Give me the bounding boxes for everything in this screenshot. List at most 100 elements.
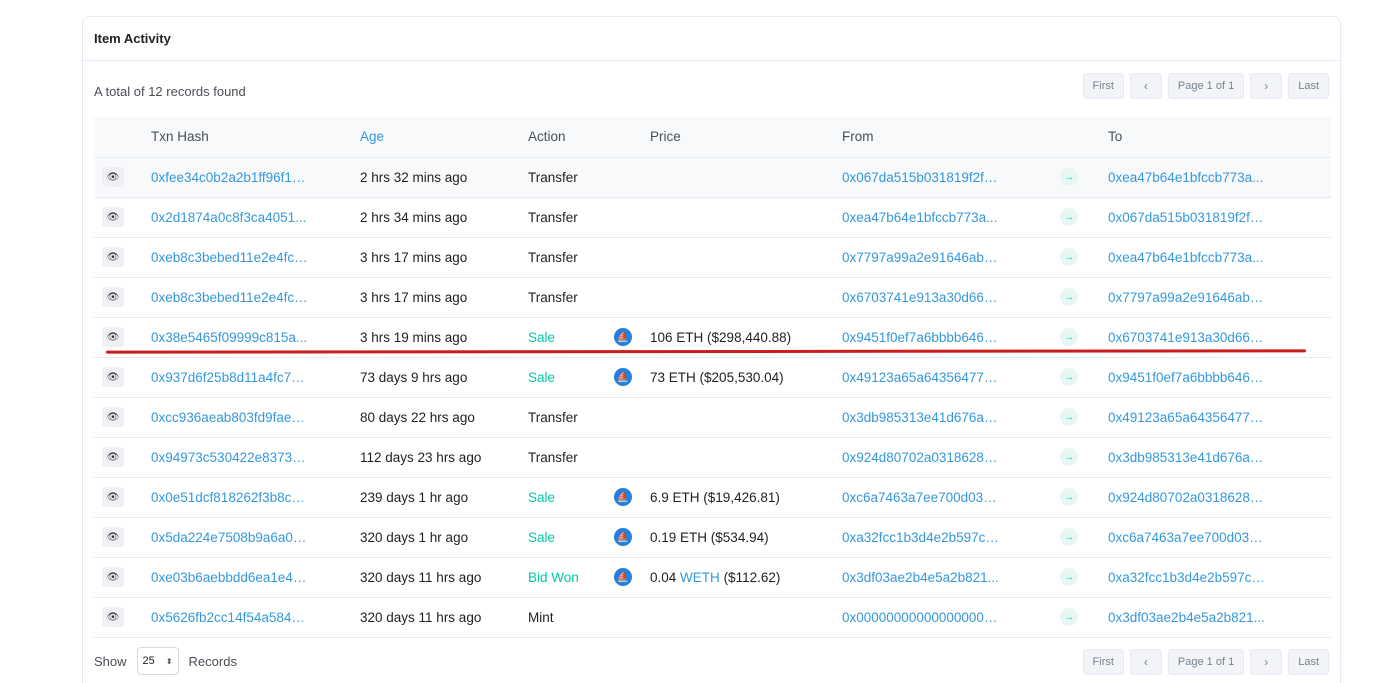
price-cell (650, 277, 842, 318)
table-row: 👁 0x5626fb2cc14f54a584d... 320 days 11 hrs… (94, 597, 1331, 638)
arrow-right-icon: → (1060, 408, 1078, 426)
arrow-right-icon: → (1060, 248, 1078, 266)
opensea-icon[interactable]: ⛵ (614, 528, 632, 546)
from-address-link[interactable]: 0x3df03ae2b4e5a2b821... (842, 570, 999, 585)
to-address-link[interactable]: 0x067da515b031819f2f7... (1108, 210, 1266, 225)
header-txn-hash: Txn Hash (140, 117, 360, 158)
age-cell: 2 hrs 32 mins ago (360, 157, 528, 198)
header-to: To (1108, 117, 1331, 158)
action-cell: Transfer (528, 277, 614, 318)
arrow-right-icon: → (1060, 208, 1078, 226)
to-address-link[interactable]: 0x9451f0ef7a6bbbb6466... (1108, 370, 1266, 385)
to-address-link[interactable]: 0xa32fcc1b3d4e2b597cf... (1108, 570, 1266, 585)
last-page-button[interactable]: Last (1288, 649, 1329, 675)
arrow-right-icon: → (1060, 488, 1078, 506)
page-size-select[interactable]: 25 ⬍ (136, 647, 179, 675)
to-address-link[interactable]: 0x3df03ae2b4e5a2b821... (1108, 610, 1265, 625)
price-amount: 0.04 (650, 569, 677, 585)
eye-icon[interactable]: 👁 (102, 447, 124, 467)
prev-page-button[interactable]: ‹ (1129, 73, 1162, 99)
from-address-link[interactable]: 0x6703741e913a30d660... (842, 290, 1000, 305)
records-label: Records (188, 653, 237, 669)
from-address-link[interactable]: 0x9451f0ef7a6bbbb6466... (842, 330, 1000, 345)
price-cell (650, 197, 842, 238)
eye-icon[interactable]: 👁 (102, 287, 124, 307)
to-address-link[interactable]: 0x3db985313e41d676a6... (1108, 450, 1266, 465)
table-header-row: Txn Hash Age Action Price From To (94, 117, 1331, 158)
table-row: 👁 0xcc936aeab803fd9faeb... 80 days 22 hrs … (94, 397, 1331, 438)
next-page-button[interactable]: › (1250, 73, 1283, 99)
txn-hash-link[interactable]: 0x937d6f25b8d11a4fc78... (151, 370, 309, 385)
header-action: Action (528, 117, 614, 158)
price-usd: ($205,530.04) (699, 369, 784, 385)
to-address-link[interactable]: 0x924d80702a0318628e... (1108, 490, 1266, 505)
price-usd: ($298,440.88) (707, 329, 792, 345)
first-page-button[interactable]: First (1082, 73, 1124, 99)
txn-hash-link[interactable]: 0x5da224e7508b9a6a04... (151, 530, 309, 545)
eye-icon[interactable]: 👁 (102, 327, 124, 347)
to-address-link[interactable]: 0x7797a99a2e91646abd... (1108, 290, 1266, 305)
txn-hash-link[interactable]: 0xe03b6aebbdd6ea1e44... (151, 570, 309, 585)
next-page-button[interactable]: › (1250, 649, 1283, 675)
table-row: 👁 0xeb8c3bebed11e2e4fcd... 3 hrs 17 mins a… (94, 237, 1331, 278)
select-caret-icon: ⬍ (165, 656, 173, 666)
txn-hash-link[interactable]: 0x94973c530422e83732... (151, 450, 309, 465)
eye-icon[interactable]: 👁 (102, 207, 124, 227)
opensea-icon[interactable]: ⛵ (614, 368, 632, 386)
to-address-link[interactable]: 0xc6a7463a7ee700d035... (1108, 530, 1266, 545)
from-address-link[interactable]: 0x924d80702a0318628e... (842, 450, 1000, 465)
arrow-right-icon: → (1060, 368, 1078, 386)
opensea-icon[interactable]: ⛵ (614, 568, 632, 586)
txn-hash-link[interactable]: 0x38e5465f09999c815a... (151, 330, 307, 345)
opensea-icon[interactable]: ⛵ (614, 328, 632, 346)
prev-page-button[interactable]: ‹ (1129, 649, 1162, 675)
from-address-link[interactable]: 0xea47b64e1bfccb773a... (842, 210, 997, 225)
price-usd: ($19,426.81) (703, 489, 780, 505)
price-cell (650, 157, 842, 198)
to-address-link[interactable]: 0xea47b64e1bfccb773a... (1108, 170, 1263, 185)
txn-hash-link[interactable]: 0xeb8c3bebed11e2e4fcd... (151, 290, 309, 305)
table-row: 👁 0x0e51dcf818262f3b8c7... 239 days 1 hr a… (94, 477, 1331, 518)
from-address-link[interactable]: 0xa32fcc1b3d4e2b597cf... (842, 530, 1000, 545)
eye-icon[interactable]: 👁 (102, 367, 124, 387)
from-address-link[interactable]: 0x067da515b031819f2f7... (842, 170, 1000, 185)
header-age[interactable]: Age (360, 117, 528, 158)
txn-hash-link[interactable]: 0x2d1874a0c8f3ca4051... (151, 210, 306, 225)
eye-icon[interactable]: 👁 (102, 167, 124, 187)
price-amount: 106 ETH (650, 329, 704, 345)
action-cell: Bid Won (528, 557, 614, 598)
activity-table: Txn Hash Age Action Price From To 👁 0xfee… (94, 117, 1331, 638)
action-cell: Sale (528, 477, 614, 518)
eye-icon[interactable]: 👁 (102, 527, 124, 547)
to-address-link[interactable]: 0xea47b64e1bfccb773a... (1108, 250, 1263, 265)
price-amount: 73 ETH (650, 369, 696, 385)
from-address-link[interactable]: 0x000000000000000000... (842, 610, 1000, 625)
to-address-link[interactable]: 0x6703741e913a30d660... (1108, 330, 1266, 345)
last-page-button[interactable]: Last (1288, 73, 1329, 99)
from-address-link[interactable]: 0xc6a7463a7ee700d035... (842, 490, 1000, 505)
eye-icon[interactable]: 👁 (102, 487, 124, 507)
txn-hash-link[interactable]: 0xfee34c0b2a2b1ff96f12... (151, 170, 309, 185)
to-address-link[interactable]: 0x49123a65a643564778... (1108, 410, 1266, 425)
eye-icon[interactable]: 👁 (102, 607, 124, 627)
txn-hash-link[interactable]: 0xeb8c3bebed11e2e4fcd... (151, 250, 309, 265)
first-page-button[interactable]: First (1082, 649, 1124, 675)
table-row: 👁 0xeb8c3bebed11e2e4fcd... 3 hrs 17 mins a… (94, 277, 1331, 318)
from-address-link[interactable]: 0x49123a65a643564778... (842, 370, 1000, 385)
from-address-link[interactable]: 0x3db985313e41d676a6... (842, 410, 1000, 425)
eye-icon[interactable]: 👁 (102, 567, 124, 587)
price-cell: 0.19 ETH ($534.94) (650, 517, 842, 558)
price-cell (650, 597, 842, 638)
opensea-icon[interactable]: ⛵ (614, 488, 632, 506)
txn-hash-link[interactable]: 0xcc936aeab803fd9faeb... (151, 410, 309, 425)
eye-icon[interactable]: 👁 (102, 247, 124, 267)
txn-hash-link[interactable]: 0x5626fb2cc14f54a584d... (151, 610, 309, 625)
action-cell: Transfer (528, 397, 614, 438)
from-address-link[interactable]: 0x7797a99a2e91646abd... (842, 250, 1000, 265)
txn-hash-link[interactable]: 0x0e51dcf818262f3b8c7... (151, 490, 309, 505)
age-cell: 320 days 1 hr ago (360, 517, 528, 558)
price-cell (650, 397, 842, 438)
pagination-top: First ‹ Page 1 of 1 › Last (1082, 73, 1329, 99)
eye-icon[interactable]: 👁 (102, 407, 124, 427)
price-currency-link[interactable]: WETH (680, 570, 720, 585)
